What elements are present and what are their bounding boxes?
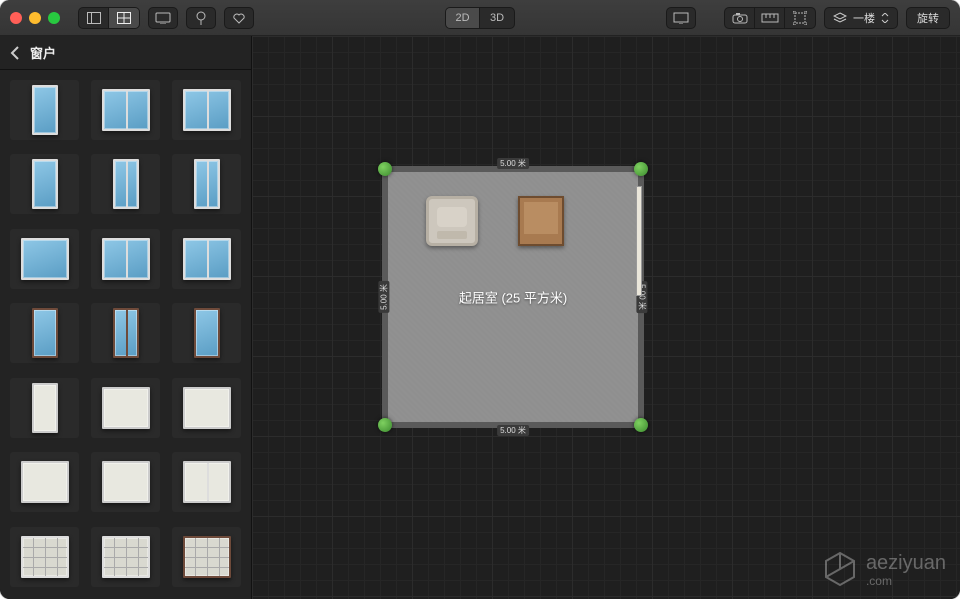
window-controls xyxy=(10,12,60,24)
titlebar: 2D 3D 一楼 旋转 xyxy=(0,0,960,36)
library-item[interactable] xyxy=(91,154,160,214)
library-item[interactable] xyxy=(91,452,160,512)
screen-button[interactable] xyxy=(148,7,178,29)
door-blue-tall-3-icon xyxy=(194,159,220,209)
sidebar-title: 窗户 xyxy=(30,43,56,62)
tree-button[interactable] xyxy=(186,7,216,29)
measure-button[interactable] xyxy=(755,8,785,28)
library-item[interactable] xyxy=(91,378,160,438)
back-button[interactable] xyxy=(10,46,20,60)
resize-handle-bottom-left[interactable] xyxy=(378,418,392,432)
library-item[interactable] xyxy=(91,303,160,363)
window-white-cross-icon xyxy=(102,387,150,429)
window-arched-icon xyxy=(102,461,150,503)
window-wide-blue-1-icon xyxy=(21,238,69,280)
dimension-top: 5.00 米 xyxy=(497,158,529,169)
window-dark-tall-2-icon xyxy=(194,308,220,358)
library-item[interactable] xyxy=(10,229,79,289)
dimension-bottom: 5.00 米 xyxy=(497,425,529,436)
watermark-suffix: .com xyxy=(866,575,946,587)
window-single-blue-icon xyxy=(32,85,58,135)
library-item[interactable] xyxy=(172,229,241,289)
app-window: 2D 3D 一楼 旋转 xyxy=(0,0,960,599)
bounding-button[interactable] xyxy=(785,8,815,28)
window-wide-blue-3-icon xyxy=(183,238,231,280)
rotate-button[interactable]: 旋转 xyxy=(906,7,950,29)
window-white-triple-icon xyxy=(183,461,231,503)
floor-label: 一楼 xyxy=(853,10,875,26)
door-blue-tall-1-icon xyxy=(32,159,58,209)
window-triple-blue-icon xyxy=(183,89,231,131)
layers-icon xyxy=(833,12,847,24)
library-item[interactable] xyxy=(172,80,241,140)
room-label: 起居室 (25 平方米) xyxy=(388,288,638,307)
resize-handle-top-right[interactable] xyxy=(634,162,648,176)
window-white-square-icon xyxy=(21,461,69,503)
floor-selector[interactable]: 一楼 xyxy=(824,7,898,29)
library-sidebar: 窗户 xyxy=(0,36,252,599)
library-item[interactable] xyxy=(172,452,241,512)
furniture-table[interactable] xyxy=(518,196,564,246)
library-grid xyxy=(0,70,251,599)
library-item[interactable] xyxy=(10,527,79,587)
body: 窗户 5.00 米 5.00 米 5.00 米 5.00 米 起居室 (25 平… xyxy=(0,36,960,599)
window-dark-tall-1-icon xyxy=(32,308,58,358)
dimension-left: 5.00 米 xyxy=(378,281,389,313)
library-item[interactable] xyxy=(91,229,160,289)
window-white-tall-icon xyxy=(32,383,58,433)
view-3d-button[interactable]: 3D xyxy=(480,8,514,28)
wall-window[interactable] xyxy=(636,186,642,296)
window-grid-1-icon xyxy=(21,536,69,578)
window-dark-grid-icon xyxy=(183,536,231,578)
furniture-sofa[interactable] xyxy=(426,196,478,246)
library-item[interactable] xyxy=(91,527,160,587)
resize-handle-bottom-right[interactable] xyxy=(634,418,648,432)
resize-handle-top-left[interactable] xyxy=(378,162,392,176)
library-button[interactable] xyxy=(109,8,139,28)
camera-button[interactable] xyxy=(725,8,755,28)
viewmode-group: 2D 3D xyxy=(445,7,515,29)
library-item[interactable] xyxy=(10,452,79,512)
library-item[interactable] xyxy=(172,154,241,214)
view-2d-button[interactable]: 2D xyxy=(446,8,480,28)
library-item[interactable] xyxy=(10,303,79,363)
door-blue-tall-2-icon xyxy=(113,159,139,209)
library-item[interactable] xyxy=(10,80,79,140)
library-item[interactable] xyxy=(10,154,79,214)
close-window-button[interactable] xyxy=(10,12,22,24)
window-double-blue-icon xyxy=(102,89,150,131)
window-white-panel-icon xyxy=(183,387,231,429)
panel-toggle-button[interactable] xyxy=(79,8,109,28)
library-item[interactable] xyxy=(10,378,79,438)
minimize-window-button[interactable] xyxy=(29,12,41,24)
floorplan-canvas[interactable]: 5.00 米 5.00 米 5.00 米 5.00 米 起居室 (25 平方米)… xyxy=(252,36,960,599)
tool-group xyxy=(724,7,816,29)
fullscreen-window-button[interactable] xyxy=(48,12,60,24)
left-mode-group xyxy=(78,7,140,29)
sidebar-header: 窗户 xyxy=(0,36,251,70)
library-item[interactable] xyxy=(172,527,241,587)
watermark-logo-icon xyxy=(820,549,860,589)
watermark-name: aeziyuan xyxy=(866,552,946,574)
favorite-button[interactable] xyxy=(224,7,254,29)
window-grid-2-icon xyxy=(102,536,150,578)
room[interactable]: 5.00 米 5.00 米 5.00 米 5.00 米 起居室 (25 平方米) xyxy=(382,166,644,428)
library-item[interactable] xyxy=(172,378,241,438)
presentation-button[interactable] xyxy=(666,7,696,29)
library-item[interactable] xyxy=(172,303,241,363)
watermark: aeziyuan .com xyxy=(820,549,946,589)
door-dark-icon xyxy=(113,308,139,358)
window-wide-blue-2-icon xyxy=(102,238,150,280)
stepper-icon xyxy=(881,13,889,23)
library-item[interactable] xyxy=(91,80,160,140)
